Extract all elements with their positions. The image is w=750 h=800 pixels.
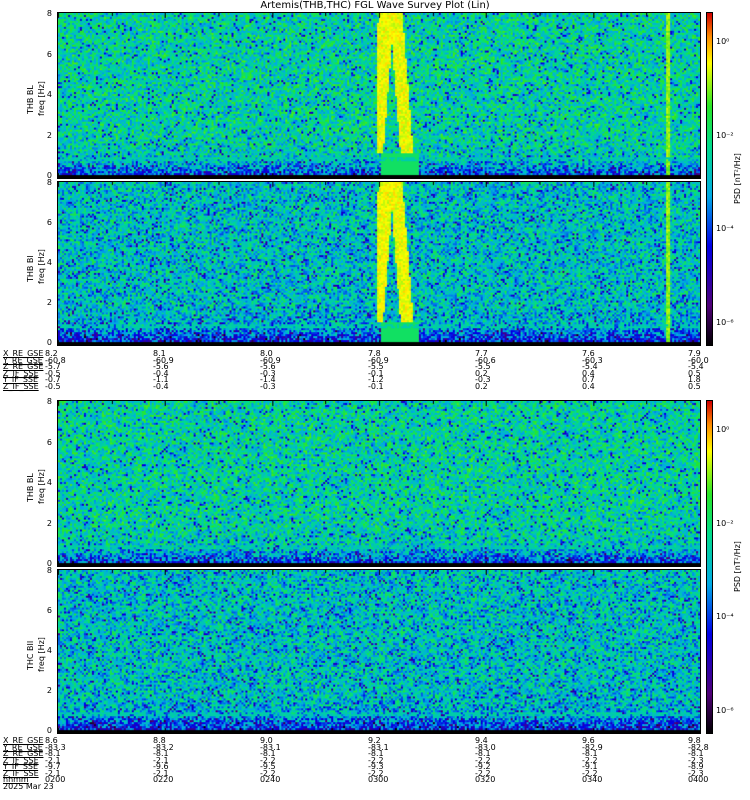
y-tick-label: 0 xyxy=(46,726,52,735)
y-tick-label: 2 xyxy=(46,518,52,528)
chart-title: Artemis(THB,THC) FGL Wave Survey Plot (L… xyxy=(260,0,490,11)
y-tick-label: 8 xyxy=(46,397,52,406)
ephemeris-value: 0240 xyxy=(260,775,281,784)
y-tick-label: 6 xyxy=(46,437,52,447)
spectrogram-panel-1 xyxy=(57,12,701,179)
colorbar-label: PSD [nT²/Hz] xyxy=(733,541,742,592)
colorbar-tick-label: 10⁻⁴ xyxy=(716,612,734,622)
y-tick-label: 2 xyxy=(46,298,52,307)
y-tick-label: 2 xyxy=(46,686,52,695)
colorbar-label: PSD [nT²/Hz] xyxy=(733,153,742,204)
y-tick-label: 8 xyxy=(46,178,52,187)
panel-label: THB BI xyxy=(26,254,35,282)
spectrogram-panel-3 xyxy=(57,400,701,567)
colorbar-tick-label: 10⁰ xyxy=(716,425,730,435)
y-tick-label: 6 xyxy=(46,606,52,615)
y-tick-label: 0 xyxy=(46,338,52,347)
y-tick-label: 8 xyxy=(46,9,52,18)
spectrogram-panel-4 xyxy=(57,569,701,734)
colorbar-tick-label: 10⁻² xyxy=(716,130,734,140)
ephemeris-value: 0400 xyxy=(688,775,709,784)
ephemeris-value: -0.3 xyxy=(260,381,276,391)
y-tick-label: 6 xyxy=(46,218,52,227)
ephemeris-value: 0220 xyxy=(153,775,174,784)
colorbar-tick-label: 10⁻⁶ xyxy=(716,705,734,715)
colorbar-tick-label: 10⁻⁴ xyxy=(716,224,734,234)
panel-label: THB BL xyxy=(26,472,35,502)
ephemeris-value: 0.4 xyxy=(582,381,595,391)
y-axis-label: freq [Hz] xyxy=(37,80,46,116)
y-tick-label: 8 xyxy=(46,566,52,575)
colorbar-tick-label: 10⁻² xyxy=(716,518,734,528)
ephemeris-value: 0300 xyxy=(368,775,389,784)
panel-label: THB BL xyxy=(26,84,35,114)
colorbar-tick-label: 10⁰ xyxy=(716,37,730,47)
date-label: 2025 Mar 23 xyxy=(3,781,54,791)
colorbar-2 xyxy=(706,400,713,734)
colorbar-tick-label: 10⁻⁶ xyxy=(716,317,734,327)
y-axis-label: freq [Hz] xyxy=(37,248,46,284)
ephemeris-row-name: Z_IF_SSE xyxy=(3,381,39,391)
spectrogram-panel-2 xyxy=(57,181,701,346)
y-tick-label: 2 xyxy=(46,130,52,140)
y-axis-label: freq [Hz] xyxy=(37,636,46,672)
ephemeris-value: 0.5 xyxy=(688,381,701,391)
panel-label: THC BII xyxy=(26,640,35,670)
ephemeris-value: 0340 xyxy=(582,775,603,784)
ephemeris-value: -0.4 xyxy=(153,381,169,391)
y-axis-label: freq [Hz] xyxy=(37,468,46,504)
ephemeris-value: -0.1 xyxy=(368,381,384,391)
ephemeris-value: 0.2 xyxy=(475,381,488,391)
colorbar-1 xyxy=(706,12,713,346)
ephemeris-value: 0320 xyxy=(475,775,496,784)
ephemeris-value: -0.5 xyxy=(45,381,61,391)
y-tick-label: 6 xyxy=(46,49,52,59)
